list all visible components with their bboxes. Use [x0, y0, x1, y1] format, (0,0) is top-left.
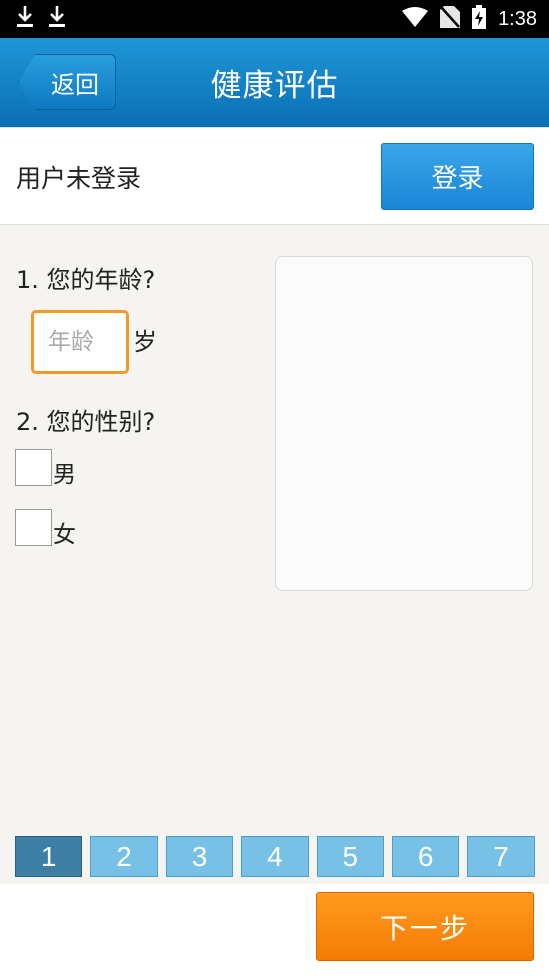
gender-female-checkbox[interactable] — [15, 509, 52, 546]
gender-male-label: 男 — [53, 462, 76, 488]
page-tab-3[interactable]: 3 — [165, 836, 234, 877]
status-left — [16, 6, 66, 32]
download-icon — [16, 6, 34, 32]
age-input[interactable] — [31, 310, 129, 374]
page-tabs: 1 2 3 4 5 6 7 — [15, 836, 535, 877]
wifi-icon — [402, 7, 429, 31]
back-button[interactable]: 返回 — [18, 54, 116, 110]
login-status-text: 用户未登录 — [16, 164, 142, 193]
question-age-label: 1. 您的年龄? — [16, 266, 156, 294]
bottom-bar: 下一步 — [0, 884, 549, 977]
title-bar: 返回 健康评估 — [0, 38, 549, 127]
login-panel: 用户未登录 登录 — [0, 127, 549, 225]
battery-charging-icon — [472, 5, 487, 33]
status-time: 1:38 — [498, 7, 537, 30]
side-info-panel — [275, 256, 533, 591]
status-right: 1:38 — [402, 5, 537, 33]
gender-male-checkbox[interactable] — [15, 449, 52, 486]
page-tab-5[interactable]: 5 — [316, 836, 384, 877]
page-tab-7[interactable]: 7 — [467, 836, 535, 877]
page-tab-6[interactable]: 6 — [391, 836, 460, 877]
download-icon — [48, 6, 66, 32]
gender-female-label: 女 — [53, 522, 76, 548]
question-gender-label: 2. 您的性别? — [16, 408, 156, 436]
no-sim-icon — [440, 6, 461, 32]
next-step-button[interactable]: 下一步 — [316, 892, 534, 961]
page-tab-1[interactable]: 1 — [15, 836, 83, 877]
login-button[interactable]: 登录 — [381, 143, 534, 210]
page-tab-4[interactable]: 4 — [241, 836, 309, 877]
age-unit-label: 岁 — [133, 328, 157, 356]
page-tab-2[interactable]: 2 — [90, 836, 158, 877]
status-bar: 1:38 — [0, 0, 549, 38]
